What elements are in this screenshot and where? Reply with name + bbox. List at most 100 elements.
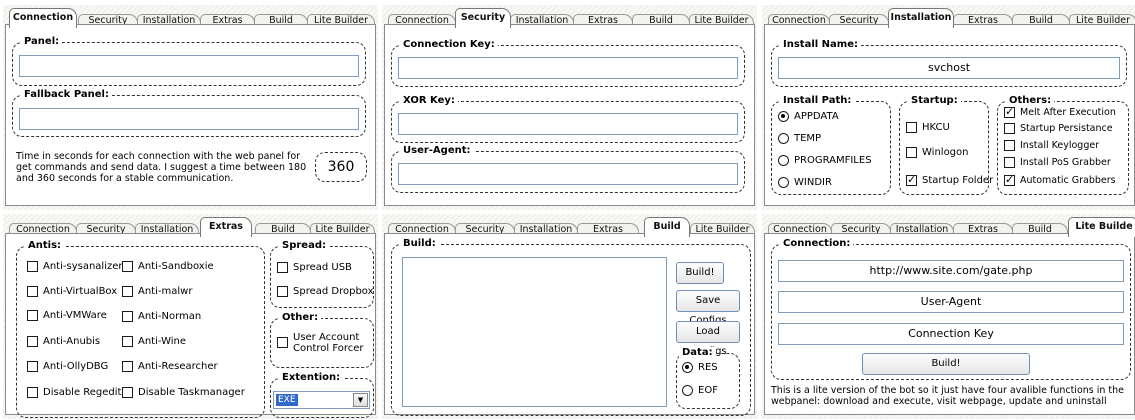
- checkbox-anti-malwr[interactable]: Anti-malwr: [122, 286, 192, 297]
- checkbox[interactable]: [122, 311, 133, 322]
- checkbox[interactable]: [1004, 105, 1015, 118]
- checkbox-melt[interactable]: Melt After Execution: [1004, 105, 1116, 118]
- checkbox[interactable]: [1004, 157, 1015, 168]
- gate-url-input[interactable]: http://www.site.com/gate.php: [778, 260, 1124, 282]
- radio-temp[interactable]: TEMP: [778, 133, 821, 144]
- radio-button[interactable]: [778, 133, 789, 144]
- connection-key-input[interactable]: [398, 57, 738, 79]
- tab-content: Connection Key: XOR Key: User-Agent:: [384, 24, 755, 206]
- user-agent-group: User-Agent:: [391, 145, 745, 193]
- tab-security[interactable]: Security: [455, 8, 511, 28]
- checkbox-keylogger[interactable]: Install Keylogger: [1004, 140, 1099, 151]
- checkbox[interactable]: [906, 173, 917, 186]
- checkbox[interactable]: [122, 261, 133, 272]
- uac-line-1: User Account: [293, 332, 360, 343]
- checkbox[interactable]: [27, 286, 38, 297]
- checkbox[interactable]: [122, 286, 133, 297]
- checkbox-anti-researcher[interactable]: Anti-Researcher: [122, 361, 218, 372]
- radio-programfiles[interactable]: PROGRAMFILES: [778, 155, 872, 166]
- checkbox-disable-taskmanager[interactable]: Disable Taskmanager: [122, 387, 245, 398]
- tab-lite-builder[interactable]: Lite Builde: [1068, 217, 1135, 237]
- checkbox[interactable]: [27, 336, 38, 347]
- checkbox[interactable]: [906, 122, 917, 133]
- radio-res[interactable]: RES: [682, 362, 718, 373]
- checkbox-pos-grabber[interactable]: Install PoS Grabber: [1004, 157, 1111, 168]
- radio-eof[interactable]: EOF: [682, 385, 718, 396]
- tab-installation[interactable]: Installation: [888, 8, 954, 28]
- checkbox-label: Anti-Researcher: [138, 361, 218, 372]
- radio-label: APPDATA: [794, 111, 839, 122]
- checkbox-label: Spread USB: [293, 262, 352, 273]
- lite-connection-key-input[interactable]: Connection Key: [778, 323, 1124, 345]
- checkbox[interactable]: [1004, 173, 1015, 186]
- checkbox[interactable]: [122, 336, 133, 347]
- checkbox[interactable]: [27, 387, 38, 398]
- xor-key-input[interactable]: [398, 113, 738, 135]
- install-name-input[interactable]: svchost: [778, 57, 1120, 79]
- checkbox[interactable]: [27, 310, 38, 321]
- build-group: Build: Build! Save Configs Load Configs …: [391, 238, 751, 416]
- checkbox-label: User Account Control Forcer: [293, 332, 364, 354]
- build-output-list[interactable]: [402, 257, 667, 407]
- chevron-down-icon[interactable]: ▼: [353, 393, 368, 407]
- checkbox-anti-vmware[interactable]: Anti-VMWare: [27, 310, 107, 321]
- checkbox-label: Automatic Grabbers: [1020, 175, 1116, 186]
- checkbox-uac-forcer[interactable]: User Account Control Forcer: [277, 332, 364, 354]
- checkbox-label: Anti-sysanalizer: [43, 261, 123, 272]
- checkbox[interactable]: [277, 337, 288, 348]
- radio-button[interactable]: [778, 177, 789, 188]
- checkbox-winlogon[interactable]: Winlogon: [906, 147, 968, 158]
- connection-key-label: Connection Key:: [400, 39, 498, 50]
- checkbox[interactable]: [122, 361, 133, 372]
- checkbox-anti-ollydbg[interactable]: Anti-OllyDBG: [27, 361, 108, 372]
- extras-panel: Connection Security Installation Extras …: [3, 214, 378, 419]
- checkbox-persistance[interactable]: Startup Persistance: [1004, 123, 1113, 134]
- checkbox-anti-anubis[interactable]: Anti-Anubis: [27, 336, 100, 347]
- checkbox-spread-usb[interactable]: Spread USB: [277, 262, 352, 273]
- checkbox-label: Anti-Anubis: [43, 336, 101, 347]
- checkbox-anti-wine[interactable]: Anti-Wine: [122, 336, 186, 347]
- checkbox[interactable]: [277, 286, 288, 297]
- extention-select[interactable]: EXE ▼: [273, 391, 370, 409]
- tab-connection[interactable]: Connection: [9, 8, 77, 28]
- checkbox[interactable]: [27, 361, 38, 372]
- checkbox-startup-folder[interactable]: Startup Folder: [906, 173, 993, 186]
- checkbox-hkcu[interactable]: HKCU: [906, 122, 950, 133]
- checkbox[interactable]: [1004, 140, 1015, 151]
- tab-extras[interactable]: Extras: [200, 217, 252, 237]
- lite-user-agent-input[interactable]: User-Agent: [778, 291, 1124, 313]
- checkbox-label: Disable Taskmanager: [138, 387, 245, 398]
- lite-build-button[interactable]: Build!: [862, 353, 1030, 375]
- checkbox-spread-dropbox[interactable]: Spread Dropbox: [277, 286, 374, 297]
- checkbox-anti-sandboxie[interactable]: Anti-Sandboxie: [122, 261, 214, 272]
- checkbox-anti-sysanalizer[interactable]: Anti-sysanalizer: [27, 261, 123, 272]
- fallback-panel-input[interactable]: [19, 108, 359, 130]
- radio-label: EOF: [698, 385, 718, 396]
- tab-build[interactable]: Build: [644, 217, 690, 237]
- radio-button[interactable]: [682, 362, 693, 373]
- radio-button[interactable]: [778, 111, 789, 122]
- interval-input[interactable]: 360: [316, 159, 366, 175]
- radio-windir[interactable]: WINDIR: [778, 177, 832, 188]
- checkbox-label: HKCU: [922, 122, 950, 133]
- checkbox-anti-norman[interactable]: Anti-Norman: [122, 311, 201, 322]
- lite-connection-label: Connection:: [780, 238, 854, 249]
- panel-input[interactable]: [19, 55, 359, 77]
- checkbox[interactable]: [1004, 123, 1015, 134]
- radio-button[interactable]: [778, 155, 789, 166]
- save-configs-button[interactable]: Save Configs: [676, 290, 740, 326]
- checkbox-disable-regedit[interactable]: Disable Regedit: [27, 387, 121, 398]
- radio-button[interactable]: [682, 385, 693, 396]
- load-configs-button[interactable]: Load Configs: [676, 321, 740, 357]
- checkbox[interactable]: [277, 262, 288, 273]
- build-button[interactable]: Build!: [676, 262, 724, 284]
- startup-group: Startup: HKCU Winlogon Startup Folder: [899, 95, 993, 195]
- user-agent-input[interactable]: [398, 163, 738, 185]
- checkbox-anti-virtualbox[interactable]: Anti-VirtualBox: [27, 286, 117, 297]
- checkbox[interactable]: [906, 147, 917, 158]
- checkbox[interactable]: [122, 387, 133, 398]
- checkbox[interactable]: [27, 261, 38, 272]
- radio-appdata[interactable]: APPDATA: [778, 111, 839, 122]
- checkbox-auto-grabbers[interactable]: Automatic Grabbers: [1004, 173, 1116, 186]
- build-panel: Connection Security Installation Extras …: [382, 214, 757, 419]
